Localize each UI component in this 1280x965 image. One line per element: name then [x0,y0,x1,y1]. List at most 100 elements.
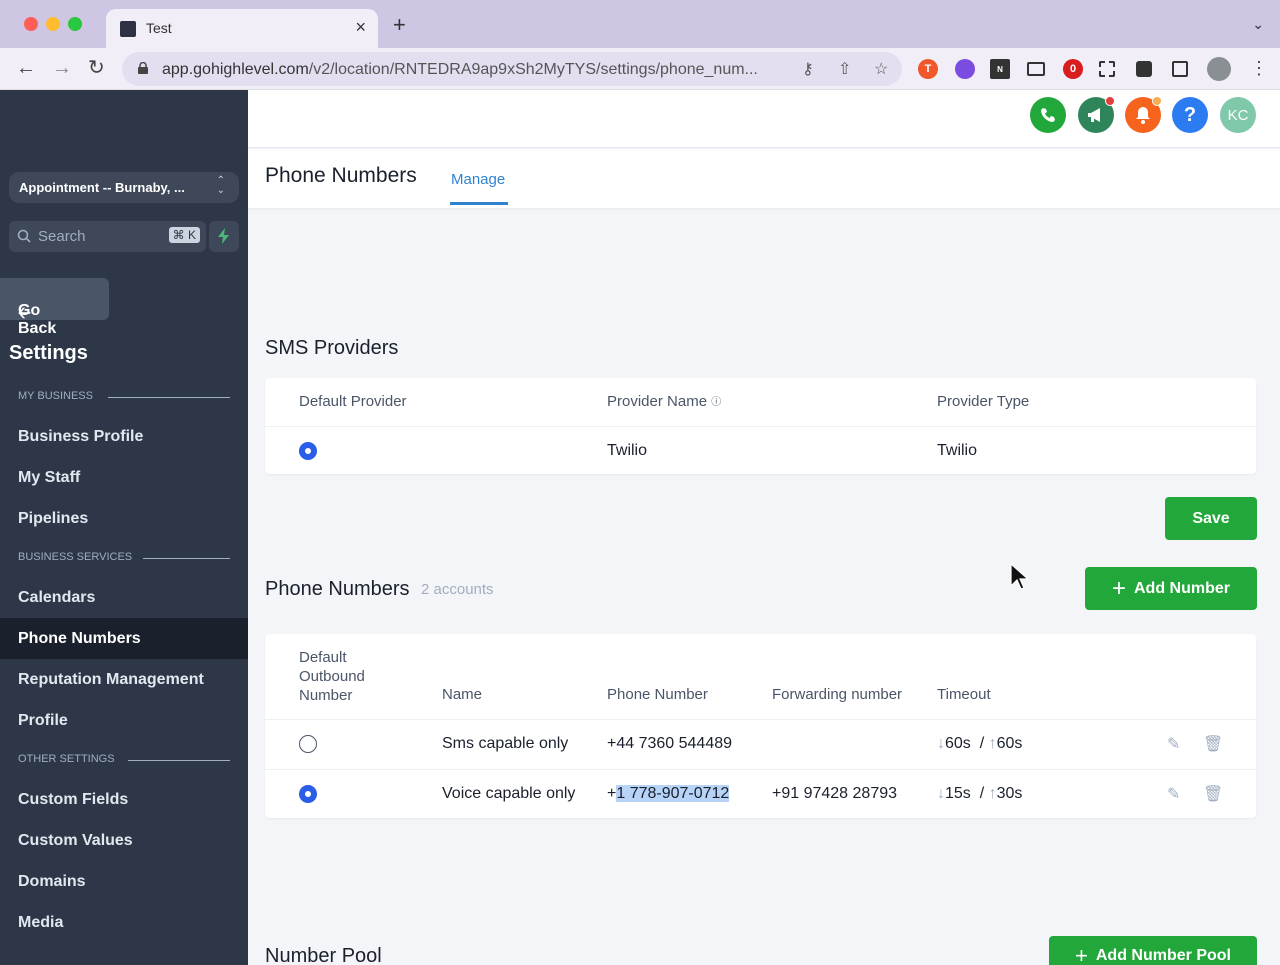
star-icon[interactable]: ☆ [874,59,888,79]
row-divider [265,769,1256,770]
notifications-button[interactable] [1125,96,1162,133]
help-button[interactable]: ? [1172,97,1208,133]
address-bar[interactable]: app.gohighlevel.com/v2/location/RNTEDRA9… [122,52,902,86]
user-avatar[interactable]: KC [1220,97,1256,133]
question-icon: ? [1183,103,1197,126]
section-label-my-business: MY BUSINESS [18,390,93,402]
screenshot-icon[interactable] [1099,61,1115,77]
section-divider [108,397,230,398]
add-number-pool-button[interactable]: + Add Number Pool [1049,936,1257,965]
back-arrow-icon[interactable]: ← [16,56,36,80]
phone-icon [1041,108,1055,122]
forward-arrow-icon[interactable]: → [52,56,72,80]
share-icon[interactable]: ⇧ [838,59,851,79]
accounts-count: 2 accounts [421,581,494,598]
bell-icon [1136,107,1150,124]
column-header-forwarding: Forwarding number [772,686,903,703]
mouse-cursor-icon [1010,563,1028,590]
sidebar-item-phone-numbers[interactable]: Phone Numbers [18,630,141,648]
sidebar-item-custom-fields[interactable]: Custom Fields [18,791,128,809]
phone-call-button[interactable] [1030,97,1066,133]
extension-news-icon[interactable]: N [990,59,1010,79]
default-provider-radio[interactable] [299,442,317,460]
info-icon: ⓘ [711,397,722,408]
new-tab-icon[interactable]: + [393,14,406,36]
trash-icon[interactable]: 🗑 [1203,784,1223,804]
default-outbound-radio[interactable] [299,785,317,803]
sidebar-panel-icon[interactable] [1172,61,1188,77]
search-input[interactable]: Search ⌘ K [9,221,206,252]
sidebar-item-reputation-management[interactable]: Reputation Management [18,671,204,689]
row-divider [265,719,1256,720]
profile-avatar-icon[interactable] [1207,57,1231,81]
browser-menu-icon[interactable]: ⋮ [1250,56,1268,80]
column-header-phone: Phone Number [607,686,708,703]
sidebar-item-calendars[interactable]: Calendars [18,589,95,607]
search-icon [17,229,31,243]
provider-name: Twilio [607,442,648,459]
phone-numbers-table: Default Outbound Number Name Phone Numbe… [265,634,1256,818]
row-divider [265,426,1256,427]
column-header: Provider Type [937,393,1030,410]
extension-t-icon[interactable]: T [918,59,938,79]
timeout-value: ↓60s / ↑60s [937,735,1023,752]
reload-icon[interactable]: ↻ [88,56,105,80]
number-name: Voice capable only [442,785,576,802]
page-header: Phone Numbers Manage [248,149,1280,208]
close-tab-icon[interactable]: × [355,17,366,37]
search-placeholder: Search [38,228,86,245]
sidebar-item-pipelines[interactable]: Pipelines [18,510,88,528]
url-text: app.gohighlevel.com/v2/location/RNTEDRA9… [162,61,758,78]
forwarding-number: +91 97428 28793 [772,785,898,802]
sidebar-item-media[interactable]: Media [18,914,63,932]
column-header: Provider Name ⓘ [607,393,722,410]
sidebar-item-profile[interactable]: Profile [18,712,68,730]
key-icon[interactable]: ⚷ [802,59,814,79]
column-header-name: Name [442,686,483,703]
sidebar-item-domains[interactable]: Domains [18,873,86,891]
sidebar-item-custom-values[interactable]: Custom Values [18,832,133,850]
lock-icon [138,62,148,74]
arrow-up-icon: ↑ [988,735,997,752]
app-topbar: ? KC [248,90,1280,148]
go-back-button[interactable]: 🡠 Go Back [0,278,109,337]
extension-flame-icon[interactable] [955,59,975,79]
go-back-label: Go Back [18,302,57,337]
favicon-icon [120,21,136,37]
extensions-puzzle-icon[interactable] [1136,61,1152,77]
location-switcher[interactable]: Appointment -- Burnaby, ... ⌃ ⌄ [9,172,239,203]
phone-number: +1 778-907-0712 [607,785,730,802]
browser-toolbar: ← → ↻ app.gohighlevel.com/v2/location/RN… [0,48,1280,90]
section-divider [128,760,230,761]
tab-manage[interactable]: Manage [451,171,505,188]
settings-title: Settings [9,342,88,364]
quick-actions-button[interactable] [209,221,239,252]
announcements-button[interactable] [1078,96,1115,133]
timeout-value: ↓15s / ↑30s [937,785,1023,802]
extension-stop-icon[interactable]: 0 [1063,59,1083,79]
browser-tab[interactable]: Test × [106,9,378,48]
close-window-button[interactable] [24,17,38,31]
sidebar-item-my-staff[interactable]: My Staff [18,469,80,487]
save-button[interactable]: Save [1165,497,1257,540]
trash-icon[interactable]: 🗑 [1203,734,1223,754]
notification-badge [1152,96,1162,106]
maximize-window-button[interactable] [68,17,82,31]
minimize-window-button[interactable] [46,17,60,31]
chevron-up-down-icon: ⌃ ⌄ [216,175,225,196]
column-header: Default Provider [299,393,407,410]
picture-in-picture-icon[interactable] [1027,62,1045,76]
add-number-button[interactable]: + Add Number [1085,567,1257,610]
edit-pencil-icon[interactable]: ✎ [1167,784,1180,804]
megaphone-icon [1088,108,1100,122]
chevron-down-icon[interactable]: ⌄ [1252,16,1264,33]
section-label-other-settings: OTHER SETTINGS [18,753,115,765]
phone-numbers-title: Phone Numbers [265,578,410,600]
default-outbound-radio[interactable] [299,735,317,753]
sidebar-item-business-profile[interactable]: Business Profile [18,428,143,446]
browser-tab-bar: Test × + ⌄ [0,0,1280,48]
arrow-up-icon: ↑ [988,785,997,802]
section-label-business-services: BUSINESS SERVICES [18,551,133,563]
edit-pencil-icon[interactable]: ✎ [1167,734,1180,754]
column-header-default-outbound: Default Outbound Number [299,649,365,704]
